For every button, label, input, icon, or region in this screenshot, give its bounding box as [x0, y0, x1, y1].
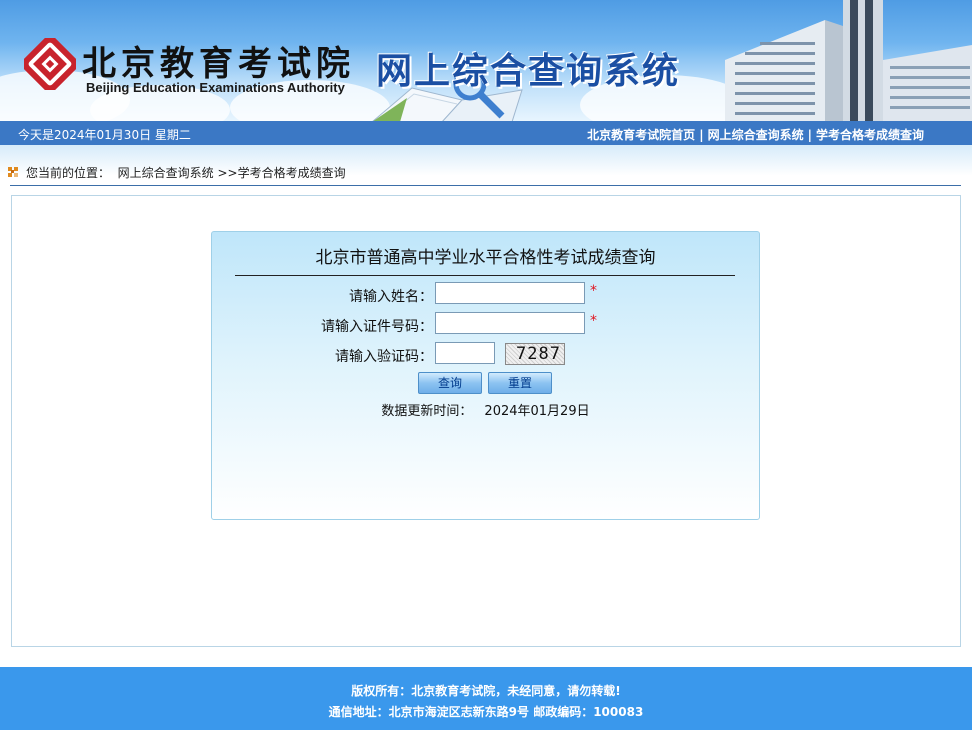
- name-row: 请输入姓名： *: [212, 282, 759, 306]
- link-separator: |: [699, 128, 704, 142]
- query-button[interactable]: 查询: [418, 372, 482, 394]
- name-input[interactable]: [435, 282, 585, 304]
- required-mark: *: [590, 313, 597, 329]
- logo-chinese-name: 北京教育考试院: [82, 44, 355, 84]
- current-date: 今天是2024年01月30日 星期二: [18, 128, 191, 142]
- query-panel: 北京市普通高中学业水平合格性考试成绩查询 请输入姓名： * 请输入证件号码： *…: [211, 231, 760, 520]
- top-links: 北京教育考试院首页 | 网上综合查询系统 | 学考合格考成绩查询: [587, 126, 924, 143]
- id-number-label: 请输入证件号码：: [321, 319, 433, 335]
- update-time-label: 数据更新时间：: [381, 404, 473, 419]
- header-banner: 北京教育考试院 Beijing Education Examinations A…: [0, 0, 972, 121]
- logo-emblem-icon: [24, 38, 76, 90]
- breadcrumb-link-current[interactable]: >>学考合格考成绩查询: [218, 166, 346, 180]
- breadcrumb: 您当前的位置： 网上综合查询系统 >>学考合格考成绩查询: [8, 164, 346, 181]
- link-score-query[interactable]: 学考合格考成绩查询: [816, 128, 924, 142]
- panel-title: 北京市普通高中学业水平合格性考试成绩查询: [315, 248, 656, 268]
- footer: 版权所有：北京教育考试院，未经同意，请勿转载! 通信地址：北京市海淀区志新东路9…: [0, 667, 972, 730]
- logo-english-name: Beijing Education Examinations Authority: [86, 80, 345, 95]
- reset-button[interactable]: 重置: [488, 372, 552, 394]
- id-row: 请输入证件号码： *: [212, 312, 759, 336]
- update-time-row: 数据更新时间： 2024年01月29日: [212, 400, 759, 419]
- panel-title-divider: [235, 275, 735, 276]
- system-title: 网上综合查询系统: [376, 51, 681, 92]
- captcha-image[interactable]: 7287: [505, 343, 565, 365]
- breadcrumb-link-system[interactable]: 网上综合查询系统: [118, 166, 214, 180]
- id-number-input[interactable]: [435, 312, 585, 334]
- update-time-value: 2024年01月29日: [484, 404, 590, 419]
- captcha-input[interactable]: [435, 342, 495, 364]
- required-mark: *: [590, 283, 597, 299]
- name-label: 请输入姓名：: [349, 289, 433, 305]
- breadcrumb-dots-icon: [8, 167, 20, 179]
- button-row: 查询 重置: [212, 372, 759, 396]
- building-illustration: [725, 0, 972, 121]
- breadcrumb-prefix: 您当前的位置：: [26, 166, 111, 180]
- link-home[interactable]: 北京教育考试院首页: [587, 128, 695, 142]
- top-nav-bar: 今天是2024年01月30日 星期二 北京教育考试院首页 | 网上综合查询系统 | 学考…: [0, 121, 972, 145]
- footer-address: 通信地址：北京市海淀区志新东路9号 邮政编码：100083: [328, 705, 644, 719]
- captcha-text: 7287: [516, 344, 561, 364]
- link-query-system[interactable]: 网上综合查询系统: [708, 128, 804, 142]
- breadcrumb-divider: [10, 185, 961, 186]
- captcha-row: 请输入验证码： 7287: [212, 342, 759, 366]
- captcha-label: 请输入验证码：: [335, 349, 433, 365]
- footer-copyright: 版权所有：北京教育考试院，未经同意，请勿转载!: [351, 684, 621, 698]
- link-separator: |: [807, 128, 812, 142]
